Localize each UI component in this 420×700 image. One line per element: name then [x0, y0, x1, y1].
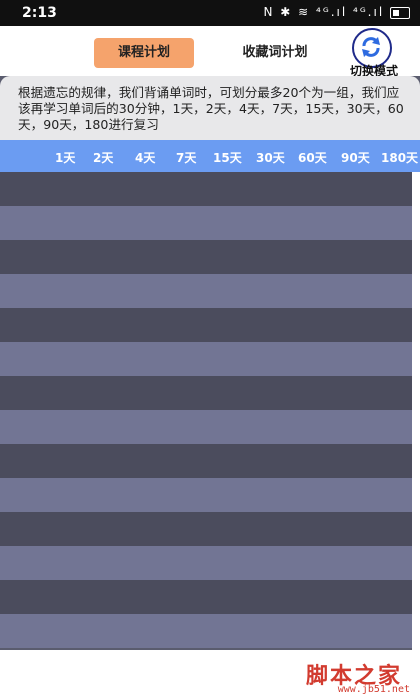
day-column-label: 2天: [93, 151, 114, 165]
day-column-label: 1天: [55, 151, 76, 165]
day-column-label: 7天: [176, 151, 197, 165]
scrollbar-track[interactable]: [412, 172, 420, 650]
schedule-row[interactable]: [0, 240, 412, 274]
nfc-icon: N: [263, 5, 275, 19]
day-column-label: 15天: [213, 151, 242, 165]
status-bar: 2:13 N ✱ ≋ ⁴ᴳ.ıl ⁴ᴳ.ıl: [0, 0, 420, 26]
battery-icon: [390, 6, 410, 19]
schedule-row[interactable]: [0, 512, 412, 546]
status-icons: N ✱ ≋ ⁴ᴳ.ıl ⁴ᴳ.ıl: [263, 5, 410, 19]
tab-favorites-plan[interactable]: 收藏词计划: [235, 38, 315, 68]
schedule-row[interactable]: [0, 376, 412, 410]
description-text: 根据遗忘的规律，我们背诵单词时，可划分最多20个为一组，我们应该再学习单词后的3…: [18, 85, 404, 132]
schedule-row[interactable]: [0, 546, 412, 580]
day-column-label: 180天: [381, 151, 419, 165]
day-column-label: 4天: [135, 151, 156, 165]
schedule-row[interactable]: [0, 614, 412, 648]
bluetooth-icon: ✱: [280, 5, 293, 19]
schedule-row[interactable]: [0, 342, 412, 376]
bottom-area: 脚本之家 www.jb51.net: [0, 650, 420, 700]
status-time: 2:13: [22, 5, 57, 21]
day-column-label: 90天: [341, 151, 370, 165]
schedule-row[interactable]: [0, 274, 412, 308]
schedule-grid: [0, 172, 412, 650]
switch-mode-button[interactable]: 切换模式: [342, 28, 410, 78]
watermark-url: www.jb51.net: [337, 684, 410, 695]
description-panel: 根据遗忘的规律，我们背诵单词时，可划分最多20个为一组，我们应该再学习单词后的3…: [0, 76, 420, 140]
review-days-header: 1天 2天 4天 7天 15天 30天 60天 90天 180天: [0, 140, 420, 172]
day-column-label: 60天: [298, 151, 327, 165]
schedule-row[interactable]: [0, 478, 412, 512]
schedule-row[interactable]: [0, 410, 412, 444]
schedule-row[interactable]: [0, 172, 412, 206]
schedule-row[interactable]: [0, 206, 412, 240]
tab-course-plan[interactable]: 课程计划: [94, 38, 194, 68]
schedule-row[interactable]: [0, 580, 412, 614]
day-column-label: 30天: [256, 151, 285, 165]
wifi-icon: ≋: [298, 5, 311, 19]
signal-icon: ⁴ᴳ.ıl: [353, 5, 385, 19]
signal-icon: ⁴ᴳ.ıl: [316, 5, 348, 19]
schedule-row[interactable]: [0, 444, 412, 478]
schedule-row[interactable]: [0, 308, 412, 342]
